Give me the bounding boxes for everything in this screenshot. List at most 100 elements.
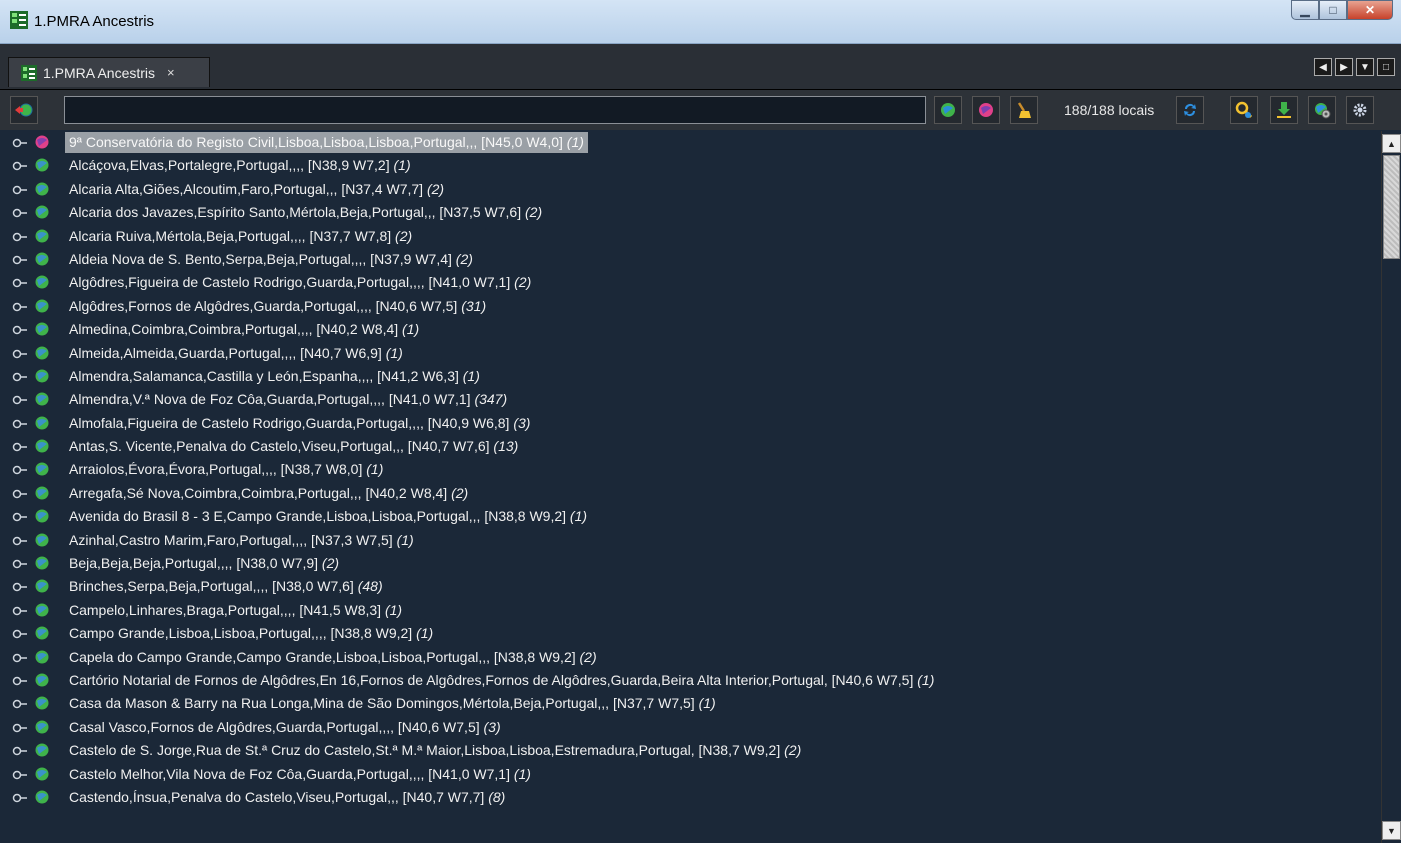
expand-icon[interactable] <box>12 347 28 361</box>
tab-pmra-ancestris[interactable]: 1.PMRA Ancestris × <box>8 57 210 87</box>
place-label: Casa da Mason & Barry na Rua Longa,Mina … <box>69 693 716 714</box>
place-row[interactable]: Aldeia Nova de S. Bento,Serpa,Beja,Portu… <box>0 248 1381 271</box>
place-row[interactable]: Campelo,Linhares,Braga,Portugal,,,, [N41… <box>0 599 1381 622</box>
place-name: Beja,Beja,Beja,Portugal,,,, [N38,0 W7,9] <box>69 555 319 572</box>
place-editor-button[interactable] <box>10 96 38 124</box>
place-row[interactable]: Campo Grande,Lisboa,Lisboa,Portugal,,,, … <box>0 622 1381 645</box>
download-places-button[interactable] <box>1270 96 1298 124</box>
tab-close-icon[interactable]: × <box>167 65 175 80</box>
place-label: Castendo,Ínsua,Penalva do Castelo,Viseu,… <box>69 787 505 808</box>
place-label: Castelo Melhor,Vila Nova de Foz Côa,Guar… <box>69 764 531 785</box>
place-row[interactable]: 9ª Conservatória do Registo Civil,Lisboa… <box>0 131 1381 154</box>
place-name: Azinhal,Castro Marim,Faro,Portugal,,,, [… <box>69 531 393 548</box>
place-row[interactable]: Almendra,Salamanca,Castilla y León,Espan… <box>0 365 1381 388</box>
green-globe-icon <box>35 743 49 757</box>
vertical-scrollbar[interactable]: ▲ ▼ <box>1381 131 1401 843</box>
place-row[interactable]: Beja,Beja,Beja,Portugal,,,, [N38,0 W7,9]… <box>0 552 1381 575</box>
expand-icon[interactable] <box>12 183 28 197</box>
expand-icon[interactable] <box>12 768 28 782</box>
place-count: (1) <box>462 367 480 384</box>
place-row[interactable]: Alcaria dos Javazes,Espírito Santo,Mérto… <box>0 201 1381 224</box>
expand-icon[interactable] <box>12 253 28 267</box>
close-window-button[interactable]: ✕ <box>1347 0 1393 20</box>
expand-icon[interactable] <box>12 276 28 290</box>
expand-icon[interactable] <box>12 534 28 548</box>
expand-icon[interactable] <box>12 487 28 501</box>
show-located-places-button[interactable] <box>934 96 962 124</box>
expand-icon[interactable] <box>12 370 28 384</box>
place-row[interactable]: Avenida do Brasil 8 - 3 E,Campo Grande,L… <box>0 505 1381 528</box>
place-count: (48) <box>357 578 383 595</box>
expand-icon[interactable] <box>12 230 28 244</box>
expand-icon[interactable] <box>12 300 28 314</box>
place-label: Almedina,Coimbra,Coimbra,Portugal,,,, [N… <box>69 319 419 340</box>
place-row[interactable]: Antas,S. Vicente,Penalva do Castelo,Vise… <box>0 435 1381 458</box>
expand-icon[interactable] <box>12 206 28 220</box>
expand-icon[interactable] <box>12 510 28 524</box>
place-row[interactable]: Alcaria Ruiva,Mértola,Beja,Portugal,,,, … <box>0 225 1381 248</box>
expand-icon[interactable] <box>12 417 28 431</box>
minimize-button[interactable]: ▁ <box>1291 0 1319 20</box>
place-row[interactable]: Alcaria Alta,Giões,Alcoutim,Faro,Portuga… <box>0 178 1381 201</box>
place-row[interactable]: Casal Vasco,Fornos de Algôdres,Guarda,Po… <box>0 716 1381 739</box>
expand-icon[interactable] <box>12 557 28 571</box>
scroll-tabs-left-button[interactable]: ◀ <box>1314 58 1332 76</box>
refresh-button[interactable] <box>1176 96 1204 124</box>
maximize-panel-button[interactable]: □ <box>1377 58 1395 76</box>
place-row[interactable]: Brinches,Serpa,Beja,Portugal,,,, [N38,0 … <box>0 575 1381 598</box>
clear-filter-button[interactable] <box>1010 96 1038 124</box>
place-row[interactable]: Azinhal,Castro Marim,Faro,Portugal,,,, [… <box>0 529 1381 552</box>
place-row[interactable]: Almeida,Almeida,Guarda,Portugal,,,, [N40… <box>0 342 1381 365</box>
expand-icon[interactable] <box>12 440 28 454</box>
place-row[interactable]: Capela do Campo Grande,Campo Grande,Lisb… <box>0 646 1381 669</box>
place-row[interactable]: Algôdres,Fornos de Algôdres,Guarda,Portu… <box>0 295 1381 318</box>
green-globe-icon <box>35 486 49 500</box>
place-count: (1) <box>698 695 716 712</box>
expand-icon[interactable] <box>12 323 28 337</box>
scroll-tabs-right-button[interactable]: ▶ <box>1335 58 1353 76</box>
globe-settings-button[interactable] <box>1308 96 1336 124</box>
place-search-input[interactable] <box>64 96 926 124</box>
place-row[interactable]: Castelo Melhor,Vila Nova de Foz Côa,Guar… <box>0 763 1381 786</box>
place-row[interactable]: Castelo de S. Jorge,Rua de St.ª Cruz do … <box>0 739 1381 762</box>
expand-icon[interactable] <box>12 697 28 711</box>
scroll-down-button[interactable]: ▼ <box>1382 821 1401 840</box>
scrollbar-thumb[interactable] <box>1383 155 1400 259</box>
place-name: Brinches,Serpa,Beja,Portugal,,,, [N38,0 … <box>69 578 354 595</box>
expand-icon[interactable] <box>12 604 28 618</box>
green-globe-icon <box>35 790 49 804</box>
expand-icon[interactable] <box>12 791 28 805</box>
place-row[interactable]: Almofala,Figueira de Castelo Rodrigo,Gua… <box>0 412 1381 435</box>
expand-icon[interactable] <box>12 136 28 150</box>
expand-icon[interactable] <box>12 393 28 407</box>
place-row[interactable]: Casa da Mason & Barry na Rua Longa,Mina … <box>0 692 1381 715</box>
green-globe-icon <box>35 556 49 570</box>
place-row[interactable]: Almendra,V.ª Nova de Foz Côa,Guarda,Port… <box>0 388 1381 411</box>
search-online-button[interactable] <box>1230 96 1258 124</box>
maximize-button[interactable]: □ <box>1319 0 1347 20</box>
tab-list-dropdown-button[interactable]: ▼ <box>1356 58 1374 76</box>
expand-icon[interactable] <box>12 159 28 173</box>
settings-button[interactable] <box>1346 96 1374 124</box>
place-name: Almeida,Almeida,Guarda,Portugal,,,, [N40… <box>69 344 382 361</box>
place-row[interactable]: Alcáçova,Elvas,Portalegre,Portugal,,,, [… <box>0 154 1381 177</box>
expand-icon[interactable] <box>12 580 28 594</box>
place-label: Casal Vasco,Fornos de Algôdres,Guarda,Po… <box>69 717 501 738</box>
place-row[interactable]: Algôdres,Figueira de Castelo Rodrigo,Gua… <box>0 271 1381 294</box>
place-row[interactable]: Cartório Notarial de Fornos de Algôdres,… <box>0 669 1381 692</box>
expand-icon[interactable] <box>12 674 28 688</box>
expand-icon[interactable] <box>12 651 28 665</box>
place-row[interactable]: Arraiolos,Évora,Évora,Portugal,,,, [N38,… <box>0 458 1381 481</box>
expand-icon[interactable] <box>12 744 28 758</box>
scroll-up-button[interactable]: ▲ <box>1382 134 1401 153</box>
place-row[interactable]: Almedina,Coimbra,Coimbra,Portugal,,,, [N… <box>0 318 1381 341</box>
place-name: Campo Grande,Lisboa,Lisboa,Portugal,,,, … <box>69 625 413 642</box>
show-unlocated-places-button[interactable] <box>972 96 1000 124</box>
place-label: 9ª Conservatória do Registo Civil,Lisboa… <box>65 132 588 153</box>
place-row[interactable]: Arregafa,Sé Nova,Coimbra,Coimbra,Portuga… <box>0 482 1381 505</box>
expand-icon[interactable] <box>12 627 28 641</box>
place-label: Campo Grande,Lisboa,Lisboa,Portugal,,,, … <box>69 623 433 644</box>
place-row[interactable]: Castendo,Ínsua,Penalva do Castelo,Viseu,… <box>0 786 1381 809</box>
expand-icon[interactable] <box>12 721 28 735</box>
expand-icon[interactable] <box>12 463 28 477</box>
